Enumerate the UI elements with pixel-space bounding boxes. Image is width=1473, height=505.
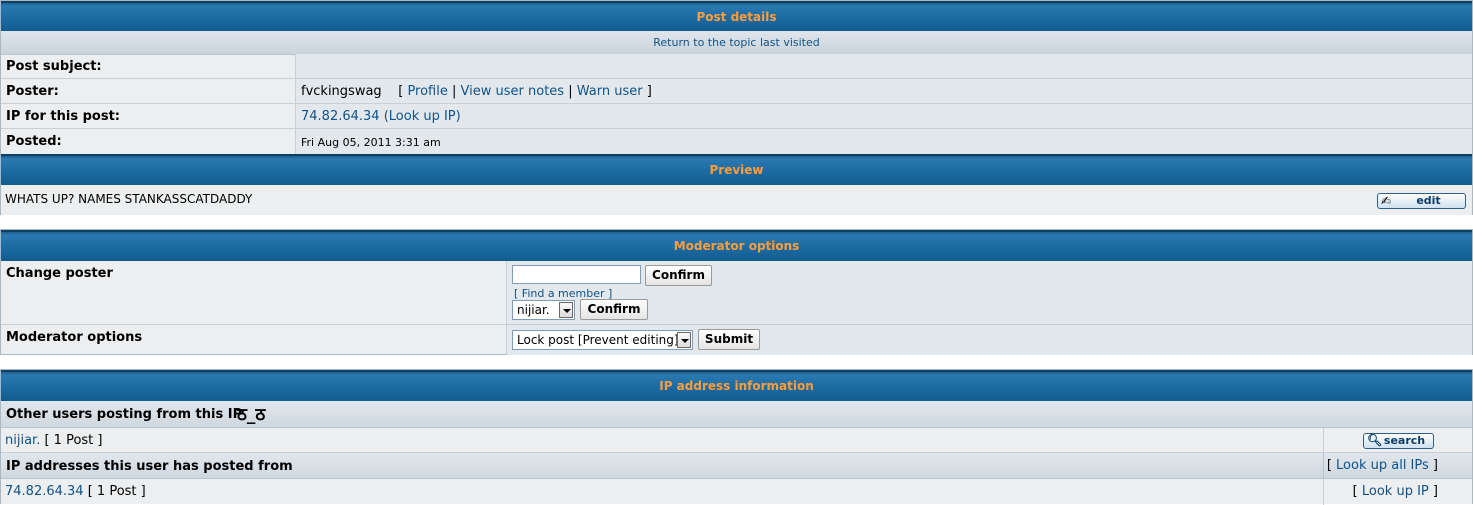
posted-date: Fri Aug 05, 2011 3:31 am [301,136,441,149]
other-users-label: Other users posting from this IP [6,407,243,422]
username-input[interactable] [512,265,641,284]
bracket-close: ] [1432,484,1438,499]
poster-row: Poster: fvckingswag [ Profile | View use… [1,79,1472,104]
posted-label: Posted: [6,134,62,149]
ip-lookup-link[interactable]: 74.82.64.34 (Look up IP) [301,109,461,124]
preview-text: WHATS UP? NAMES STANKASSCATDADDY [5,192,253,206]
return-bar: Return to the topic last visited [1,31,1472,55]
bracket-open: [ [1352,484,1358,499]
search-cell: 🔍︎ search [1323,428,1472,452]
posted-value-cell: Fri Aug 05, 2011 3:31 am [295,129,1472,154]
other-users-header-row: Other users posting from this IP ठ_ठ [1,401,1472,428]
subject-value-cell [295,54,1472,78]
moderator-options-header: Moderator options [1,230,1472,261]
confirm-member-button[interactable]: Confirm [580,299,648,320]
submit-button[interactable]: Submit [698,329,760,350]
ip-addresses-label: IP addresses this user has posted from [6,459,293,474]
poster-name: fvckingswag [301,84,382,99]
moderator-options-label: Moderator options [6,330,143,345]
ip-information-panel: IP address information Other users posti… [0,369,1473,505]
return-to-topic-link[interactable]: Return to the topic last visited [653,36,819,49]
moderator-action-select[interactable]: Lock post [Prevent editing] [512,330,693,350]
other-user-link[interactable]: nijiar. [5,433,40,448]
poster-value-cell: fvckingswag [ Profile | View user notes … [295,79,1472,103]
search-icon: 🔍︎ [1367,433,1383,447]
post-details-title: Post details [696,10,777,24]
profile-link[interactable]: Profile [407,84,447,99]
edit-button-label: edit [1416,194,1441,207]
ip-information-header: IP address information [1,370,1472,401]
bracket-close: ] [1432,458,1438,473]
chevron-down-icon [677,332,691,348]
subject-label: Post subject: [6,59,102,74]
ip-address-row: 74.82.64.34 [ 1 Post ] [ Look up IP ] [1,479,1472,505]
preview-title: Preview [709,163,764,177]
other-user-row: nijiar. [ 1 Post ] 🔍︎ search [1,428,1472,453]
ip-address-posts: [ 1 Post ] [87,484,146,499]
edit-hand-icon: ✍ [1381,194,1392,208]
change-poster-cell: Confirm [ Find a member ] nijiar. Confir… [506,261,1472,324]
poster-label: Poster: [6,84,59,99]
edit-button[interactable]: ✍ edit [1377,193,1466,209]
change-poster-row: Change poster Confirm [ Find a member ] … [1,261,1472,325]
moderator-action-value: Lock post [Prevent editing] [517,333,679,347]
bracket-open: [ [1326,458,1332,473]
emoticon-text: ठ_ठ [237,405,266,425]
preview-body: WHATS UP? NAMES STANKASSCATDADDY ✍ edit [1,185,1472,215]
chevron-down-icon [559,302,573,318]
moderator-options-row: Moderator options Lock post [Prevent edi… [1,325,1472,355]
ip-value-cell: 74.82.64.34 (Look up IP) [295,104,1472,128]
ip-address-link[interactable]: 74.82.64.34 [5,484,84,499]
look-up-all-cell: [ Look up all IPs ] [1323,453,1472,478]
moderator-options-panel: Moderator options Change poster Confirm … [0,229,1473,355]
search-button[interactable]: 🔍︎ search [1363,433,1434,449]
bracket-open: [ [398,84,404,99]
post-details-header: Post details [1,1,1472,31]
subject-row: Post subject: [1,54,1472,79]
bracket-close: ] [646,84,652,99]
separator: | [568,84,573,99]
view-user-notes-link[interactable]: View user notes [461,84,565,99]
preview-header: Preview [1,154,1472,185]
post-details-panel: Post details Return to the topic last vi… [0,0,1473,215]
moderator-options-cell: Lock post [Prevent editing] Submit [506,325,1472,355]
member-select[interactable]: nijiar. [512,300,575,320]
look-up-ip-cell: [ Look up IP ] [1323,479,1472,505]
posted-row: Posted: Fri Aug 05, 2011 3:31 am [1,129,1472,154]
moderator-options-title: Moderator options [673,239,800,253]
confirm-username-button[interactable]: Confirm [645,265,712,286]
other-user-posts: [ 1 Post ] [44,433,103,448]
member-select-value: nijiar. [517,303,550,317]
change-poster-label: Change poster [6,266,113,281]
ip-information-title: IP address information [659,379,814,393]
ip-label: IP for this post: [6,109,120,124]
warn-user-link[interactable]: Warn user [577,84,643,99]
look-up-ip-link[interactable]: Look up IP [1362,484,1429,499]
ip-row: IP for this post: 74.82.64.34 (Look up I… [1,104,1472,129]
separator: | [452,84,457,99]
look-up-all-ips-link[interactable]: Look up all IPs [1336,458,1429,473]
ip-addresses-header-row: IP addresses this user has posted from [… [1,453,1472,479]
